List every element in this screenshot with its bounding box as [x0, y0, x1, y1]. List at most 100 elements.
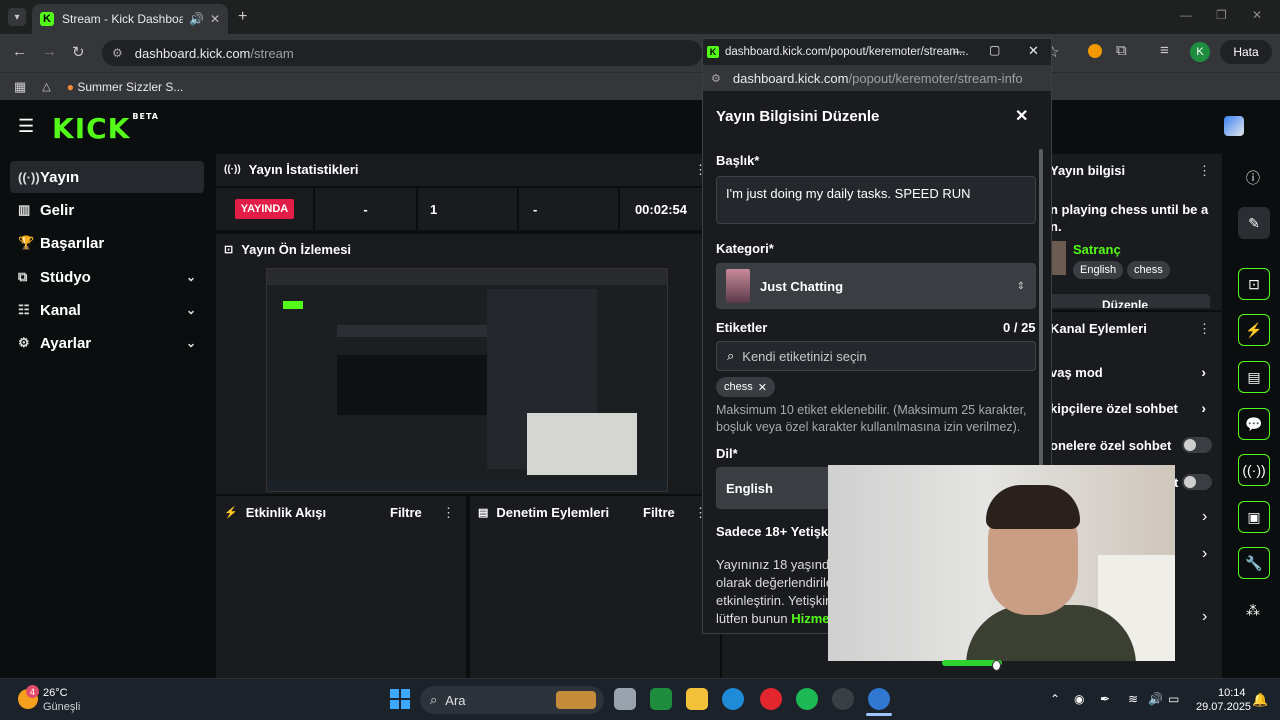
chevron-right-icon[interactable]: › [1202, 608, 1207, 626]
task-view-icon[interactable] [614, 688, 636, 710]
subscribers-only-toggle[interactable] [1182, 437, 1212, 453]
extensions-puzzle-icon[interactable]: ⧉ [1116, 42, 1127, 59]
chat-icon[interactable]: 💬 [1238, 408, 1270, 440]
error-button[interactable]: Hata [1220, 40, 1272, 64]
channel-action-subscribers-only[interactable]: onelere özel sohbet [1050, 435, 1220, 455]
preview-icon[interactable]: ⊡ [1238, 268, 1270, 300]
weather-temp[interactable]: 26°C [43, 687, 68, 699]
media-controls-icon[interactable]: ≡ [1160, 42, 1169, 59]
emote-only-toggle[interactable] [1182, 474, 1212, 490]
video-icon[interactable]: ▣ [1238, 501, 1270, 533]
document-icon[interactable]: ▤ [1238, 361, 1270, 393]
close-window-icon[interactable]: ✕ [1028, 43, 1039, 59]
clock-time[interactable]: 10:14 [1218, 687, 1246, 699]
chevron-up-icon[interactable]: ⌃ [1050, 692, 1060, 706]
wrench-icon[interactable]: 🔧 [1238, 547, 1270, 579]
sidebar-item-kanal[interactable]: ☷ Kanal ⌄ [10, 294, 204, 326]
reload-icon[interactable]: ↻ [72, 43, 85, 61]
bookmark-label: Summer Sizzler S... [77, 79, 184, 94]
clock-date[interactable]: 29.07.2025 [1196, 701, 1251, 713]
mail-icon[interactable] [650, 688, 672, 710]
stream-preview-video[interactable] [266, 268, 668, 492]
chevron-right-icon[interactable]: › [1202, 545, 1207, 563]
popout-titlebar: K dashboard.kick.com/popout/keremoter/st… [703, 39, 1051, 65]
broadcast-icon[interactable]: ((·)) [1238, 454, 1270, 486]
channel-action-slow-mode[interactable]: vaş mod › [1050, 362, 1220, 382]
minimize-icon[interactable]: — [953, 44, 965, 58]
chrome-icon[interactable] [868, 688, 890, 710]
site-info-icon[interactable]: ⚙ [112, 46, 123, 60]
sidebar-item-basarilar[interactable]: 🏆 Başarılar [10, 227, 204, 259]
stream-category-link[interactable]: Satranç [1073, 242, 1121, 257]
bolt-icon[interactable]: ⚡ [1238, 314, 1270, 346]
back-icon[interactable]: ← [12, 43, 27, 60]
more-options-icon[interactable]: ⋮ [442, 505, 455, 521]
maximize-icon[interactable]: ❐ [1216, 8, 1227, 22]
notification-bell-icon[interactable]: 🔔 [1252, 692, 1268, 708]
sidebar-item-studyo[interactable]: ⧉ Stüdyo ⌄ [10, 261, 204, 293]
sidebar-item-yayin[interactable]: ((·)) Yayın [10, 161, 204, 193]
close-tab-icon[interactable]: ✕ [210, 12, 220, 26]
user-avatar[interactable] [1224, 116, 1244, 136]
forward-icon[interactable]: → [42, 43, 57, 60]
address-bar[interactable]: ⚙ dashboard.kick.com/stream [102, 40, 702, 66]
site-info-icon[interactable]: ⚙ [711, 72, 721, 85]
obs-icon[interactable] [832, 688, 854, 710]
more-options-icon[interactable]: ⋮ [1198, 321, 1211, 337]
edge-icon[interactable] [722, 688, 744, 710]
bookmark-item[interactable]: ● Summer Sizzler S... [67, 80, 184, 94]
spotify-icon[interactable] [796, 688, 818, 710]
tag-chip-label: chess [724, 381, 753, 393]
battery-icon[interactable]: ▭ [1168, 692, 1179, 706]
hamburger-menu-icon[interactable]: ☰ [18, 116, 34, 137]
title-input[interactable]: I'm just doing my daily tasks. SPEED RUN [716, 176, 1036, 224]
apps-grid-icon[interactable]: ▦ [14, 79, 26, 95]
remove-tag-icon[interactable]: ✕ [758, 381, 767, 394]
url-host: dashboard.kick.com [134, 45, 251, 61]
channel-icon: ☷ [18, 302, 30, 317]
tags-search-input[interactable]: ⌕ Kendi etiketinizi seçin [716, 341, 1036, 371]
kick-logo[interactable]: KICK BETA [52, 112, 159, 145]
webcam-overlay[interactable] [828, 465, 1175, 661]
edit-stream-info-button[interactable]: Düzenle [1040, 294, 1210, 308]
popout-address-bar[interactable]: ⚙ dashboard.kick.com/popout/keremoter/st… [703, 65, 1051, 91]
category-select[interactable]: Just Chatting ⇕ [716, 263, 1036, 309]
channel-action-followers-only[interactable]: kipçilere özel sohbet › [1050, 398, 1220, 418]
share-icon[interactable]: ⁂ [1246, 602, 1260, 619]
opera-icon[interactable] [760, 688, 782, 710]
windows-start-icon[interactable] [390, 689, 410, 709]
broadcast-icon: ((·)) [18, 169, 40, 185]
tab-title: Stream - Kick Dashboard [62, 12, 183, 26]
sidebar-item-gelir[interactable]: ▥ Gelir [10, 194, 204, 226]
extension-icon[interactable] [1088, 44, 1102, 58]
close-icon[interactable]: ✕ [1015, 106, 1028, 126]
pen-icon[interactable]: ✒ [1100, 692, 1110, 706]
wifi-icon[interactable]: ≋ [1128, 692, 1138, 706]
security-icon[interactable]: ◉ [1074, 692, 1084, 706]
chevron-right-icon[interactable]: › [1202, 508, 1207, 526]
popout-scrollbar[interactable] [1039, 149, 1043, 469]
taskbar-search[interactable]: ⌕ Ara [420, 686, 604, 714]
info-icon[interactable]: ⓘ [1246, 168, 1260, 188]
speaker-icon[interactable]: 🔊 [1148, 692, 1163, 706]
category-label: Kategori* [716, 241, 774, 256]
tag-chip[interactable]: chess ✕ [716, 377, 775, 397]
activity-filter-button[interactable]: Filtre [390, 505, 422, 520]
tab-search-button[interactable]: ▾ [8, 8, 26, 26]
file-explorer-icon[interactable] [686, 688, 708, 710]
close-window-icon[interactable]: ✕ [1252, 8, 1262, 22]
browser-tab[interactable]: K Stream - Kick Dashboard 🔊 ✕ [32, 4, 228, 34]
more-options-icon[interactable]: ⋮ [1198, 163, 1211, 179]
maximize-icon[interactable]: ▢ [989, 43, 1000, 57]
moderation-filter-button[interactable]: Filtre [643, 505, 675, 520]
language-label: Dil* [716, 446, 738, 461]
minimize-icon[interactable]: — [1180, 8, 1192, 22]
edit-pencil-icon[interactable]: ✎ [1238, 207, 1270, 239]
sidebar-item-ayarlar[interactable]: ⚙ Ayarlar ⌄ [10, 327, 204, 359]
speaker-icon[interactable]: 🔊 [189, 12, 204, 26]
weather-desc: Güneşli [43, 701, 81, 713]
profile-avatar[interactable]: K [1190, 42, 1210, 62]
new-tab-button[interactable]: + [238, 8, 247, 26]
stat-viewers: - [315, 188, 417, 230]
category-thumbnail [1050, 241, 1066, 275]
